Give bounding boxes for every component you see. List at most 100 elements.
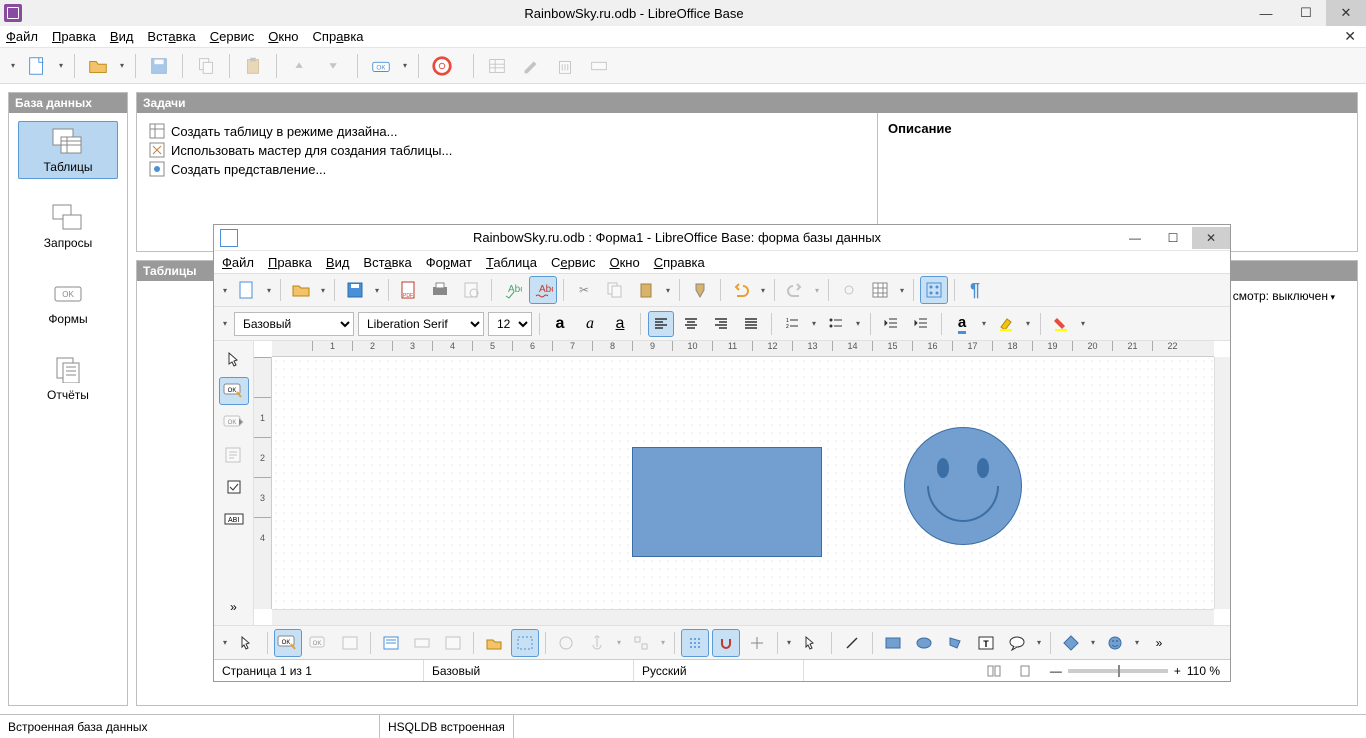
- anchor-tool[interactable]: [583, 629, 611, 657]
- menu-file[interactable]: Файл: [6, 29, 38, 44]
- textbox-tool[interactable]: T: [972, 629, 1000, 657]
- form-menu-view[interactable]: Вид: [326, 255, 350, 270]
- minimize-button[interactable]: —: [1246, 0, 1286, 26]
- line-tool[interactable]: [838, 629, 866, 657]
- menu-insert[interactable]: Вставка: [147, 29, 195, 44]
- menu-view[interactable]: Вид: [110, 29, 134, 44]
- form-menu-edit[interactable]: Правка: [268, 255, 312, 270]
- paste-button[interactable]: [238, 51, 268, 81]
- form-button[interactable]: OK: [366, 51, 396, 81]
- table-insert-button[interactable]: [866, 276, 894, 304]
- open-readonly-tool[interactable]: [480, 629, 508, 657]
- form-navigator-tool[interactable]: [377, 629, 405, 657]
- tab-order-tool[interactable]: [439, 629, 467, 657]
- guides-tool[interactable]: [743, 629, 771, 657]
- form-menu-tools[interactable]: Сервис: [551, 255, 596, 270]
- select-tool-button[interactable]: [219, 345, 249, 373]
- print-preview-button[interactable]: [457, 276, 485, 304]
- status-book-icon[interactable]: [978, 660, 1010, 681]
- design-mode-button[interactable]: [920, 276, 948, 304]
- form-maximize-button[interactable]: ☐: [1154, 227, 1192, 249]
- bold-button[interactable]: a: [547, 311, 573, 337]
- sort-asc-button[interactable]: [285, 51, 315, 81]
- zoom-out-button[interactable]: —: [1050, 664, 1062, 678]
- form-menu-file[interactable]: Файл: [222, 255, 254, 270]
- dropdown-icon[interactable]: [758, 275, 768, 305]
- table-button[interactable]: [482, 51, 512, 81]
- preview-toggle[interactable]: смотр: выключен: [1233, 289, 1335, 303]
- vertical-scrollbar[interactable]: [1214, 357, 1230, 609]
- open-button[interactable]: [83, 51, 113, 81]
- menu-help[interactable]: Справка: [313, 29, 364, 44]
- new-button[interactable]: [22, 51, 52, 81]
- save-doc-button[interactable]: [341, 276, 369, 304]
- align-justify-button[interactable]: [738, 311, 764, 337]
- align-left-button[interactable]: [648, 311, 674, 337]
- form-menu-help[interactable]: Справка: [654, 255, 705, 270]
- dropdown-icon[interactable]: [853, 309, 863, 339]
- textbox-control-button[interactable]: ABI: [219, 505, 249, 533]
- task-wizard[interactable]: Использовать мастер для создания таблицы…: [149, 142, 865, 158]
- new-dropdown-icon[interactable]: [56, 51, 66, 81]
- align-center-button[interactable]: [678, 311, 704, 337]
- more-controls-button[interactable]: »: [219, 593, 249, 621]
- close-button[interactable]: ✕: [1326, 0, 1366, 26]
- font-color-button[interactable]: a: [949, 311, 975, 337]
- form-properties-button[interactable]: [219, 441, 249, 469]
- menu-tools[interactable]: Сервис: [210, 29, 255, 44]
- dropdown-icon[interactable]: [812, 275, 822, 305]
- dropdown-icon[interactable]: [1034, 628, 1044, 658]
- db-item-forms[interactable]: OK Формы: [18, 273, 118, 331]
- select-tool[interactable]: [233, 629, 261, 657]
- smiley-shape[interactable]: [904, 427, 1022, 545]
- dropdown-icon[interactable]: [1088, 628, 1098, 658]
- open-dropdown-icon[interactable]: [117, 51, 127, 81]
- save-button[interactable]: [144, 51, 174, 81]
- align-right-button[interactable]: [708, 311, 734, 337]
- dropdown-icon[interactable]: [658, 628, 668, 658]
- horizontal-scrollbar[interactable]: [272, 609, 1214, 625]
- new-doc-button[interactable]: [233, 276, 261, 304]
- auto-spellcheck-button[interactable]: Abc: [529, 276, 557, 304]
- maximize-button[interactable]: ☐: [1286, 0, 1326, 26]
- control-properties-button[interactable]: OK: [219, 409, 249, 437]
- delete-button[interactable]: [550, 51, 580, 81]
- print-button[interactable]: [426, 276, 454, 304]
- highlight-button[interactable]: [993, 311, 1019, 337]
- increase-indent-button[interactable]: [908, 311, 934, 337]
- checkbox-control-button[interactable]: [219, 473, 249, 501]
- bullet-list-button[interactable]: [823, 311, 849, 337]
- dropdown-icon[interactable]: [663, 275, 673, 305]
- db-item-tables[interactable]: Таблицы: [18, 121, 118, 179]
- form-props-tool[interactable]: [336, 629, 364, 657]
- control-props-tool[interactable]: OK: [305, 629, 333, 657]
- position-tool[interactable]: [552, 629, 580, 657]
- more-shapes-button[interactable]: »: [1145, 629, 1173, 657]
- dropdown-icon[interactable]: [809, 309, 819, 339]
- dropdown-icon[interactable]: [372, 275, 382, 305]
- edit-button[interactable]: [516, 51, 546, 81]
- add-field-tool[interactable]: [408, 629, 436, 657]
- menu-edit[interactable]: Правка: [52, 29, 96, 44]
- form-menu-insert[interactable]: Вставка: [363, 255, 411, 270]
- status-doc-icon[interactable]: [1010, 660, 1040, 681]
- underline-button[interactable]: a: [607, 311, 633, 337]
- open-doc-button[interactable]: [287, 276, 315, 304]
- paragraph-style-select[interactable]: Базовый: [234, 312, 354, 336]
- snap-grid-tool[interactable]: [712, 629, 740, 657]
- nonprinting-chars-button[interactable]: ¶: [961, 276, 989, 304]
- rectangle-shape[interactable]: [632, 447, 822, 557]
- dropdown-icon[interactable]: [264, 275, 274, 305]
- auto-focus-tool[interactable]: [511, 629, 539, 657]
- format-paintbrush-button[interactable]: [686, 276, 714, 304]
- font-name-select[interactable]: Liberation Serif: [358, 312, 484, 336]
- form-dropdown-icon[interactable]: [400, 51, 410, 81]
- grid-visible-tool[interactable]: [681, 629, 709, 657]
- dropdown-icon[interactable]: [1078, 309, 1088, 339]
- dropdown-icon[interactable]: [979, 309, 989, 339]
- undo-button[interactable]: [727, 276, 755, 304]
- db-item-queries[interactable]: Запросы: [18, 197, 118, 255]
- copy-button[interactable]: [601, 276, 629, 304]
- menu-close-icon[interactable]: ✕: [1344, 28, 1356, 45]
- db-item-reports[interactable]: Отчёты: [18, 349, 118, 407]
